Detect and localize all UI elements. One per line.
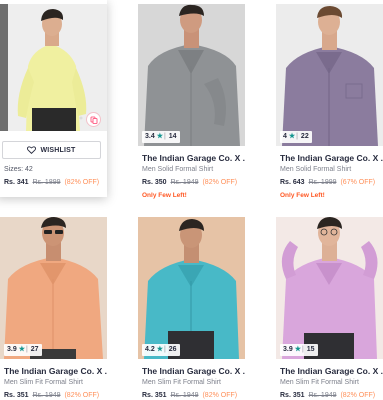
rating-count: 15 xyxy=(306,346,315,353)
discount: (67% OFF) xyxy=(340,179,376,186)
price: Rs. 351 xyxy=(280,392,305,399)
rating-badge: 3.4 ★| 14 xyxy=(142,131,180,143)
mrp: Rs. 1999 xyxy=(308,179,337,186)
price-row: Rs. 350 Rs. 1949 (82% OFF) xyxy=(142,179,237,186)
product-subtitle: Men Slim Fit Formal Shirt xyxy=(280,379,359,386)
product-brand[interactable]: The Indian Garage Co. X ... xyxy=(280,366,383,376)
separator: | xyxy=(163,346,166,353)
separator: | xyxy=(163,133,166,140)
discount: (82% OFF) xyxy=(340,392,376,399)
separator: | xyxy=(301,346,304,353)
mrp: Rs. 1899 xyxy=(32,179,61,186)
rating-badge: 3.9 ★| 15 xyxy=(280,344,318,356)
product-image[interactable] xyxy=(0,217,107,359)
price-row: Rs. 643 Rs. 1999 (67% OFF) xyxy=(280,179,375,186)
product-subtitle: Men Slim Fit Formal Shirt xyxy=(142,379,221,386)
product-brand[interactable]: The Indian Garage Co. X ... xyxy=(280,153,383,163)
rating-value: 3.4 xyxy=(145,133,155,140)
rating-count: 14 xyxy=(168,133,177,140)
discount: (82% OFF) xyxy=(64,179,100,186)
star-icon: ★ xyxy=(156,346,163,353)
discount: (82% OFF) xyxy=(64,392,100,399)
rating-count: 26 xyxy=(168,346,177,353)
product-subtitle: Men Slim Fit Formal Shirt xyxy=(4,379,83,386)
star-icon: ★ xyxy=(18,346,25,353)
price: Rs. 351 xyxy=(4,392,29,399)
price: Rs. 350 xyxy=(142,179,167,186)
rating-value: 3.9 xyxy=(7,346,17,353)
product-image[interactable] xyxy=(138,217,245,359)
rating-count: 22 xyxy=(300,133,309,140)
price-row: Rs. 351 Rs. 1949 (82% OFF) xyxy=(4,392,99,399)
star-icon: ★ xyxy=(156,133,163,140)
rating-count: 27 xyxy=(30,346,39,353)
view-similar-icon xyxy=(90,116,97,124)
mrp: Rs. 1949 xyxy=(170,179,199,186)
wishlist-label: WISHLIST xyxy=(40,146,76,154)
product-image[interactable] xyxy=(138,4,245,146)
price: Rs. 351 xyxy=(142,392,167,399)
separator: | xyxy=(296,133,298,140)
price: Rs. 341 xyxy=(4,179,29,186)
rating-value: 3.9 xyxy=(283,346,293,353)
stock-warning: Only Few Left! xyxy=(142,192,187,199)
discount: (82% OFF) xyxy=(202,392,238,399)
price-row: Rs. 351 Rs. 1949 (82% OFF) xyxy=(142,392,237,399)
rating-badge: 4.2 ★| 26 xyxy=(142,344,180,356)
star-icon: ★ xyxy=(288,133,296,140)
rating-badge: 4 ★| 22 xyxy=(280,131,312,143)
sizes-info: Sizes: 42 xyxy=(4,166,33,173)
mrp: Rs. 1949 xyxy=(32,392,61,399)
view-similar-button[interactable] xyxy=(86,112,101,127)
stock-warning: Only Few Left! xyxy=(280,192,325,199)
separator: | xyxy=(25,346,28,353)
price: Rs. 643 xyxy=(280,179,305,186)
product-brand[interactable]: The Indian Garage Co. X ... xyxy=(4,366,107,376)
rating-badge: 3.9 ★| 27 xyxy=(4,344,42,356)
discount: (82% OFF) xyxy=(202,179,238,186)
heart-icon xyxy=(27,146,37,154)
product-subtitle: Men Solid Formal Shirt xyxy=(142,166,214,173)
rating-value: 4.2 xyxy=(145,346,155,353)
star-icon: ★ xyxy=(294,346,301,353)
price-row: Rs. 351 Rs. 1949 (82% OFF) xyxy=(280,392,375,399)
product-image[interactable] xyxy=(276,217,383,359)
wishlist-button[interactable]: WISHLIST xyxy=(2,141,101,159)
rating-value: 4 xyxy=(283,133,287,140)
mrp: Rs. 1949 xyxy=(308,392,337,399)
product-brand[interactable]: The Indian Garage Co. X ... xyxy=(142,153,245,163)
product-image[interactable] xyxy=(276,4,383,146)
product-subtitle: Men Solid Formal Shirt xyxy=(280,166,352,173)
price-row: Rs. 341 Rs. 1899 (82% OFF) xyxy=(4,179,99,186)
mrp: Rs. 1949 xyxy=(170,392,199,399)
product-brand[interactable]: The Indian Garage Co. X ... xyxy=(142,366,245,376)
